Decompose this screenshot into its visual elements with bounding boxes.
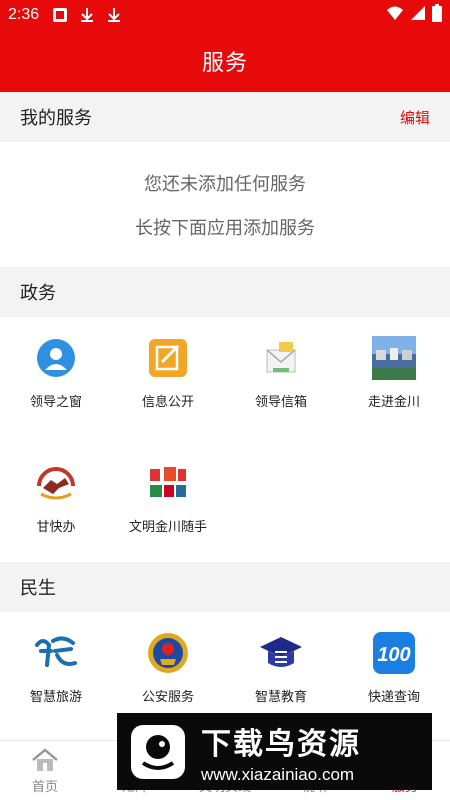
service-leader-mailbox[interactable]: 领导信箱 <box>225 317 337 437</box>
status-time: 2:36 <box>8 6 40 23</box>
civilized-jinchuan-icon <box>145 460 191 506</box>
battery-icon <box>432 4 442 26</box>
service-gan-kuaiban[interactable]: 甘快办 <box>0 442 112 562</box>
leader-window-icon <box>33 335 79 381</box>
empty-hint-line2: 长按下面应用添加服务 <box>135 217 315 239</box>
page-title: 服务 <box>201 51 248 76</box>
service-label: 甘快办 <box>36 520 76 535</box>
my-services-header: 我的服务 编辑 <box>0 92 450 142</box>
service-label: 领导之窗 <box>29 395 82 410</box>
watermark-banner: 下载鸟资源 www.xiazainiao.com <box>117 713 432 790</box>
tab-home[interactable]: 首页 <box>0 741 90 800</box>
gov-section-title: 政务 <box>20 283 56 304</box>
life-section-title: 民生 <box>20 578 56 599</box>
home-icon <box>31 747 59 772</box>
smart-education-icon <box>258 630 304 676</box>
gov-grid: 领导之窗 信息公开 领导信箱 走进金川 甘快办 文明金川随手 <box>0 317 450 562</box>
service-label: 文明金川随手 <box>128 520 207 535</box>
service-info-public[interactable]: 信息公开 <box>112 317 224 437</box>
tab-label: 首页 <box>31 779 58 795</box>
signal-icon <box>410 5 426 25</box>
service-label: 智慧教育 <box>254 690 307 705</box>
gov-section-header: 政务 <box>0 267 450 317</box>
empty-hint-line1: 您还未添加任何服务 <box>144 173 306 195</box>
wifi-icon <box>386 5 404 25</box>
bird-logo-icon <box>129 723 187 781</box>
service-smart-travel[interactable]: 智慧旅游 <box>0 612 112 732</box>
my-services-empty: 您还未添加任何服务 长按下面应用添加服务 <box>0 142 450 267</box>
watermark-brand: 下载鸟资源 <box>201 726 361 762</box>
my-services-title: 我的服务 <box>20 108 92 129</box>
jinchuan-photo-icon <box>371 335 417 381</box>
service-label: 走进金川 <box>367 395 420 410</box>
service-label: 领导信箱 <box>254 395 307 410</box>
watermark-url: www.xiazainiao.com <box>201 764 355 784</box>
service-civilized-jinchuan[interactable]: 文明金川随手 <box>112 442 224 562</box>
gan-kuaiban-icon <box>33 460 79 506</box>
leader-mailbox-icon <box>258 335 304 381</box>
service-label: 公安服务 <box>141 690 194 705</box>
download-icon <box>78 6 96 24</box>
service-label: 信息公开 <box>141 395 194 410</box>
service-leader-window[interactable]: 领导之窗 <box>0 317 112 437</box>
edit-button[interactable]: 编辑 <box>400 107 430 128</box>
notification-square-icon <box>51 6 69 24</box>
page-header: 服务 <box>0 30 450 92</box>
service-label: 智慧旅游 <box>29 690 82 705</box>
express-query-icon: 100 <box>371 630 417 676</box>
download-icon <box>105 6 123 24</box>
life-section-header: 民生 <box>0 562 450 612</box>
info-public-icon <box>145 335 191 381</box>
service-label: 快递查询 <box>367 690 420 705</box>
svg-text:100: 100 <box>377 644 410 666</box>
smart-travel-icon <box>33 630 79 676</box>
service-into-jinchuan[interactable]: 走进金川 <box>338 317 450 437</box>
status-bar: 2:36 <box>0 0 450 30</box>
police-emblem-icon <box>145 630 191 676</box>
